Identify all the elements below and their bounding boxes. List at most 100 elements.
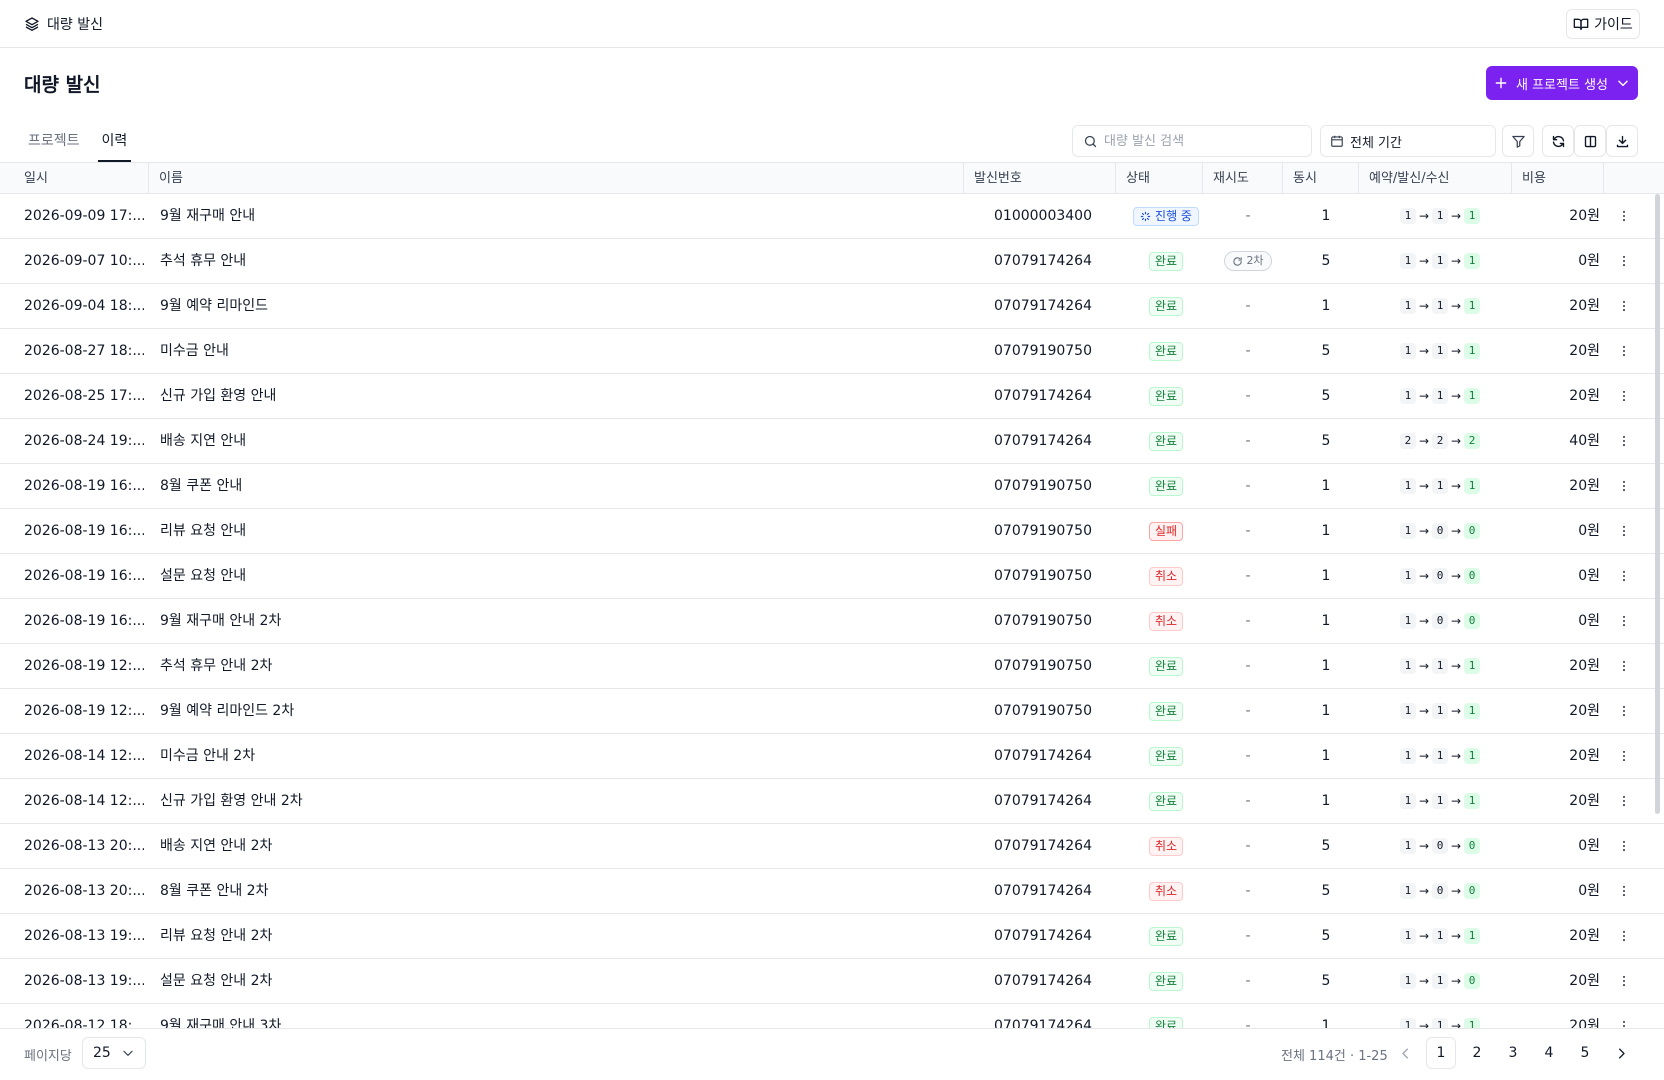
row-name[interactable]: 신규 가입 환영 안내 2차: [160, 779, 303, 823]
row-flow: 1 → 1 → 1: [1360, 374, 1520, 418]
row-name[interactable]: 배송 지연 안내: [160, 419, 246, 463]
arrow-right-icon: →: [1451, 614, 1462, 628]
row-more-button[interactable]: [1614, 644, 1634, 688]
chevron-down-icon[interactable]: [1616, 76, 1630, 90]
col-cost[interactable]: 비용: [1512, 163, 1604, 194]
table-scrollbar[interactable]: [1655, 194, 1660, 814]
next-page-button[interactable]: [1606, 1037, 1636, 1069]
table-row[interactable]: 2026-09-04 18:... 9월 예약 리마인드 07079174264 완료…: [0, 284, 1664, 329]
table-row[interactable]: 2026-08-19 12:... 추석 휴무 안내 2차 07079190750 완…: [0, 644, 1664, 689]
row-more-button[interactable]: [1614, 734, 1634, 778]
table-row[interactable]: 2026-08-25 17:... 신규 가입 환영 안내 07079174264 완…: [0, 374, 1664, 419]
row-more-button[interactable]: [1614, 959, 1634, 1003]
row-more-button[interactable]: [1614, 824, 1634, 868]
row-more-button[interactable]: [1614, 284, 1634, 328]
table-row[interactable]: 2026-08-19 16:... 설문 요청 안내 07079190750 취소 - 1…: [0, 554, 1664, 599]
page-button-5[interactable]: 5: [1570, 1037, 1600, 1069]
guide-button[interactable]: 가이드: [1566, 9, 1640, 39]
table-row[interactable]: 2026-08-13 20:... 8월 쿠폰 안내 2차 07079174264 취…: [0, 869, 1664, 914]
row-name[interactable]: 9월 재구매 안내 2차: [160, 599, 281, 643]
table-row[interactable]: 2026-09-09 17:... 9월 재구매 안내 01000003400 진행 …: [0, 194, 1664, 239]
row-name[interactable]: 리뷰 요청 안내 2차: [160, 914, 272, 958]
row-name[interactable]: 9월 예약 리마인드: [160, 284, 268, 328]
prev-page-button[interactable]: [1390, 1037, 1420, 1069]
search-box[interactable]: [1072, 125, 1312, 157]
row-more-button[interactable]: [1614, 1004, 1634, 1028]
row-more-button[interactable]: [1614, 194, 1634, 238]
row-more-button[interactable]: [1614, 374, 1634, 418]
table-row[interactable]: 2026-08-19 16:... 9월 재구매 안내 2차 07079190750…: [0, 599, 1664, 644]
row-sender-number: 07079174264: [994, 928, 1092, 944]
row-flow: 1 → 1 → 1: [1360, 689, 1520, 733]
row-name[interactable]: 리뷰 요청 안내: [160, 509, 246, 553]
row-cost: 20원: [1569, 793, 1600, 809]
row-name[interactable]: 추석 휴무 안내 2차: [160, 644, 272, 688]
row-name[interactable]: 설문 요청 안내 2차: [160, 959, 272, 1003]
new-project-button[interactable]: 새 프로젝트 생성: [1486, 66, 1638, 100]
breadcrumb[interactable]: 대량 발신: [24, 14, 103, 34]
col-date[interactable]: 일시: [14, 163, 149, 194]
retry-badge[interactable]: 2차: [1224, 251, 1272, 271]
row-more-button[interactable]: [1614, 554, 1634, 598]
per-page-select[interactable]: 25: [82, 1037, 146, 1069]
col-number[interactable]: 발신번호: [964, 163, 1116, 194]
row-more-button[interactable]: [1614, 419, 1634, 463]
period-filter[interactable]: 전체 기간: [1320, 125, 1496, 157]
row-name[interactable]: 미수금 안내 2차: [160, 734, 255, 778]
row-more-button[interactable]: [1614, 779, 1634, 823]
table-row[interactable]: 2026-08-14 12:... 미수금 안내 2차 07079174264 완료 -…: [0, 734, 1664, 779]
row-name[interactable]: 8월 쿠폰 안내: [160, 464, 242, 508]
row-name[interactable]: 배송 지연 안내 2차: [160, 824, 272, 868]
row-more-button[interactable]: [1614, 509, 1634, 553]
row-more-button[interactable]: [1614, 869, 1634, 913]
col-concurrent[interactable]: 동시: [1283, 163, 1359, 194]
table-row[interactable]: 2026-08-19 12:... 9월 예약 리마인드 2차 0707919075…: [0, 689, 1664, 734]
download-button[interactable]: [1606, 125, 1638, 157]
row-more-button[interactable]: [1614, 599, 1634, 643]
table-row[interactable]: 2026-09-07 10:... 추석 휴무 안내 07079174264 완료 2차…: [0, 239, 1664, 284]
table-row[interactable]: 2026-08-13 19:... 설문 요청 안내 2차 07079174264 완…: [0, 959, 1664, 1004]
row-more-button[interactable]: [1614, 464, 1634, 508]
row-name[interactable]: 추석 휴무 안내: [160, 239, 246, 283]
arrow-right-icon: →: [1418, 1019, 1429, 1028]
tab-projects[interactable]: 프로젝트: [24, 118, 84, 162]
row-name[interactable]: 9월 재구매 안내 3차: [160, 1004, 281, 1028]
columns-button[interactable]: [1574, 125, 1606, 157]
row-more-button[interactable]: [1614, 689, 1634, 733]
table-row[interactable]: 2026-08-12 18:... 9월 재구매 안내 3차 07079174264…: [0, 1004, 1664, 1028]
tab-history[interactable]: 이력: [97, 118, 132, 162]
page-button-4[interactable]: 4: [1534, 1037, 1564, 1069]
col-status[interactable]: 상태: [1116, 163, 1203, 194]
row-name[interactable]: 8월 쿠폰 안내 2차: [160, 869, 268, 913]
status-label: 완료: [1154, 748, 1178, 763]
row-name[interactable]: 9월 예약 리마인드 2차: [160, 689, 294, 733]
row-more-button[interactable]: [1614, 914, 1634, 958]
reserved-count: 2: [1399, 433, 1416, 449]
table-row[interactable]: 2026-08-13 20:... 배송 지연 안내 2차 07079174264 취…: [0, 824, 1664, 869]
row-name[interactable]: 설문 요청 안내: [160, 554, 246, 598]
table-row[interactable]: 2026-08-19 16:... 8월 쿠폰 안내 07079190750 완료 - 1…: [0, 464, 1664, 509]
table-row[interactable]: 2026-08-19 16:... 리뷰 요청 안내 07079190750 실패 - 1…: [0, 509, 1664, 554]
table-row[interactable]: 2026-08-27 18:... 미수금 안내 07079190750 완료 -5 1 →…: [0, 329, 1664, 374]
refresh-button[interactable]: [1542, 125, 1574, 157]
row-name[interactable]: 9월 재구매 안내: [160, 194, 255, 238]
col-retry[interactable]: 재시도: [1203, 163, 1283, 194]
filter-button[interactable]: [1502, 125, 1534, 157]
reserved-count: 1: [1399, 928, 1416, 944]
col-flow[interactable]: 예약/발신/수신: [1359, 163, 1512, 194]
search-input[interactable]: [1104, 133, 1304, 149]
page-button-2[interactable]: 2: [1462, 1037, 1492, 1069]
table-row[interactable]: 2026-08-24 19:... 배송 지연 안내 07079174264 완료 - 5…: [0, 419, 1664, 464]
page-button-3[interactable]: 3: [1498, 1037, 1528, 1069]
retry-icon: [1233, 256, 1243, 266]
row-more-button[interactable]: [1614, 329, 1634, 373]
row-more-button[interactable]: [1614, 239, 1634, 283]
col-name[interactable]: 이름: [149, 163, 964, 194]
table-row[interactable]: 2026-08-13 19:... 리뷰 요청 안내 2차 07079174264 완…: [0, 914, 1664, 959]
row-name[interactable]: 미수금 안내: [160, 329, 229, 373]
row-retry: -: [1203, 329, 1293, 373]
row-retry: -: [1203, 914, 1293, 958]
table-row[interactable]: 2026-08-14 12:... 신규 가입 환영 안내 2차 070791742…: [0, 779, 1664, 824]
page-button-1[interactable]: 1: [1426, 1037, 1456, 1069]
row-name[interactable]: 신규 가입 환영 안내: [160, 374, 276, 418]
